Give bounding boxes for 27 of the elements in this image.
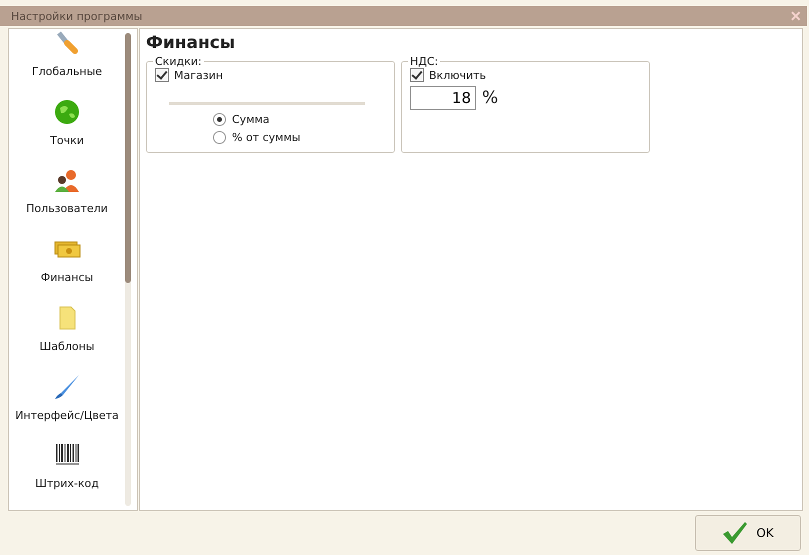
ok-button[interactable]: OK xyxy=(695,515,801,551)
sidebar-item[interactable]: Штрих-код xyxy=(35,477,99,490)
vat-input-field[interactable]: 18 xyxy=(410,86,476,110)
scrollbar-thumb[interactable] xyxy=(125,33,131,283)
sidebar-item[interactable]: Пользователи xyxy=(26,202,108,216)
checkbox[interactable] xyxy=(155,68,169,82)
scrollbar[interactable] xyxy=(125,33,131,506)
sidebar-item[interactable]: Интерфейс/Цвета xyxy=(15,408,119,422)
sidebar-item[interactable]: Шаблоны xyxy=(40,340,94,353)
window-title: Настройки программы xyxy=(11,10,142,22)
sidebar-item[interactable]: Точки xyxy=(50,134,84,147)
radio-button[interactable] xyxy=(213,131,226,144)
group-label: НДС: xyxy=(409,55,440,68)
group-label: Скидки: xyxy=(154,55,203,68)
sidebar-item[interactable]: Финансы xyxy=(40,271,94,284)
percent-label: % xyxy=(482,88,498,108)
radio-label: Сумма xyxy=(232,113,270,126)
slider-track[interactable] xyxy=(169,102,365,105)
checkbox-label: Включить xyxy=(429,68,486,82)
checkbox[interactable] xyxy=(410,68,424,82)
checkmark-icon xyxy=(722,521,748,545)
radio-label: % от суммы xyxy=(232,131,300,144)
sidebar-item[interactable]: Глобальные xyxy=(32,65,102,78)
checkbox-label: Магазин xyxy=(174,68,223,82)
radio-button[interactable] xyxy=(213,113,226,126)
page-title: Финансы xyxy=(146,33,236,53)
globe-icon xyxy=(53,98,81,126)
